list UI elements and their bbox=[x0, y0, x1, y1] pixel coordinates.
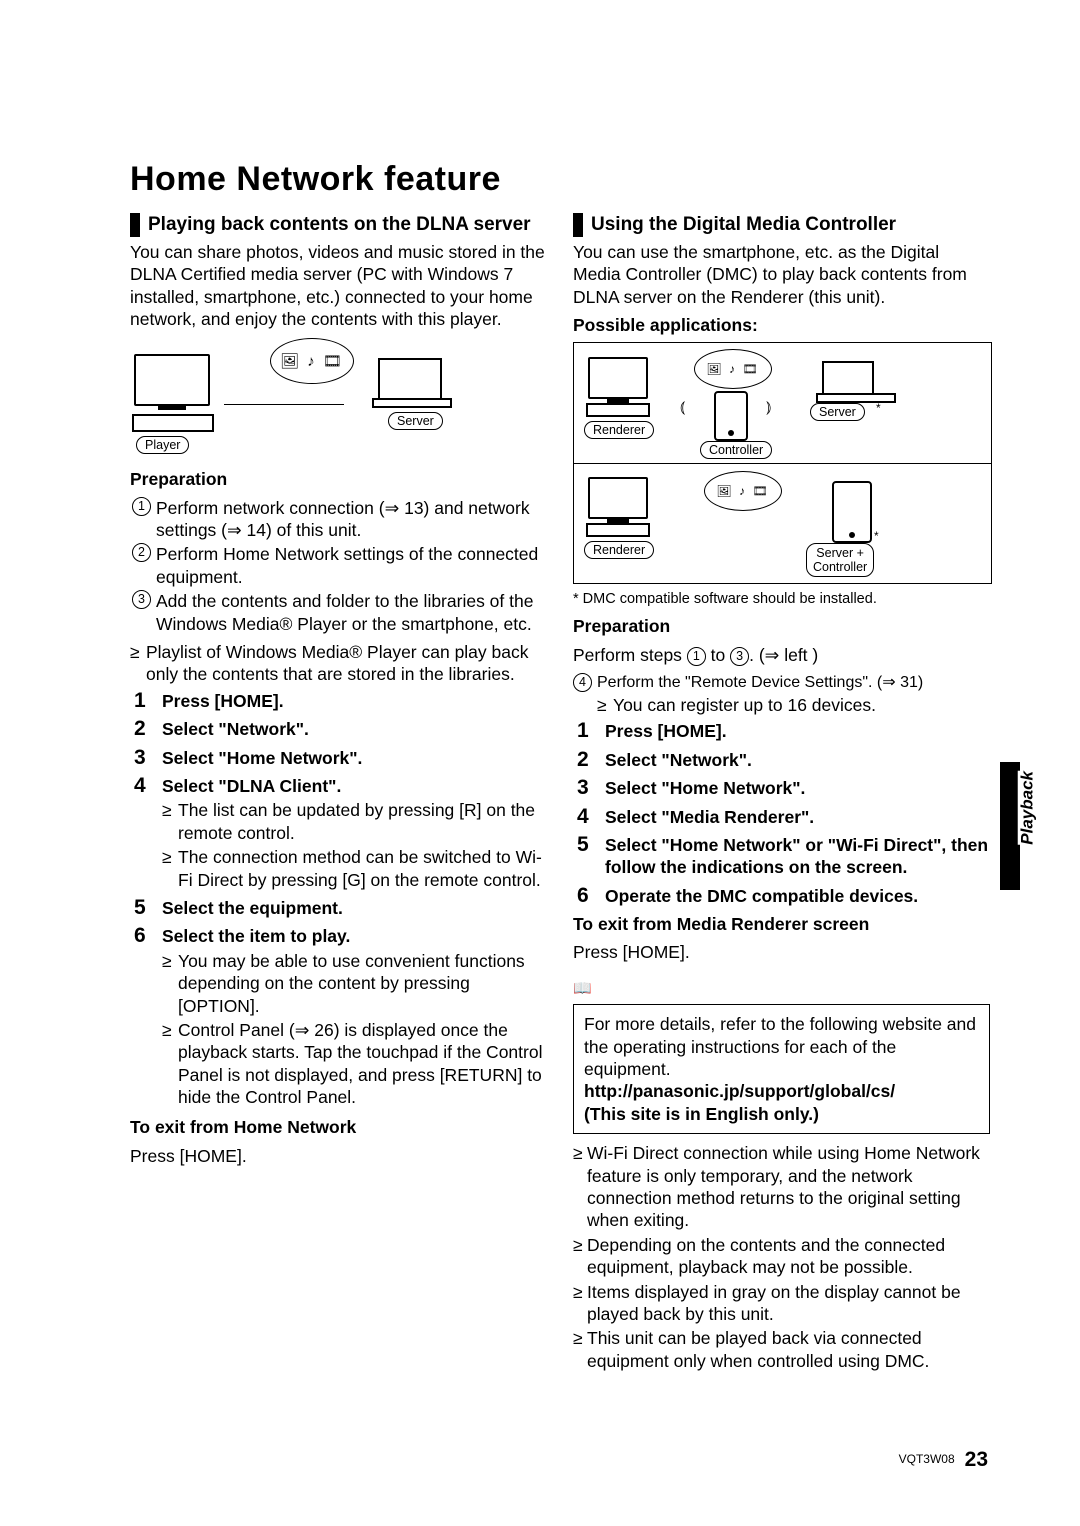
player-icon bbox=[132, 414, 214, 432]
footnote-item: Items displayed in gray on the display c… bbox=[573, 1281, 990, 1326]
cable-line-icon bbox=[224, 404, 344, 405]
page-content: Home Network feature Playing back conten… bbox=[0, 0, 1080, 1374]
divider-line bbox=[574, 463, 991, 464]
prep-item: Perform Home Network settings of the con… bbox=[132, 543, 547, 588]
tv-icon bbox=[588, 357, 648, 399]
left-section-title: Playing back contents on the DLNA server bbox=[148, 213, 531, 237]
laptop-icon bbox=[378, 358, 442, 402]
step-item: Select "DLNA Client". The list can be up… bbox=[134, 775, 547, 891]
right-steps: Press [HOME]. Select "Network". Select "… bbox=[573, 720, 990, 907]
right-prep-intro: Perform steps 1 to 3. (⇒ left ) bbox=[573, 644, 990, 666]
step-item: Press [HOME]. bbox=[134, 690, 547, 712]
laptop-icon bbox=[822, 361, 874, 397]
prep-heading: Preparation bbox=[130, 468, 547, 490]
section-bar-icon bbox=[130, 213, 140, 237]
left-section-head: Playing back contents on the DLNA server bbox=[130, 213, 547, 237]
book-icon: 📖 bbox=[573, 980, 592, 997]
step-item: Select "Media Renderer". bbox=[577, 806, 990, 828]
server-controller-label: Server +Controller bbox=[806, 543, 874, 577]
footnote-item: This unit can be played back via connect… bbox=[573, 1327, 990, 1372]
server-label: Server bbox=[388, 412, 443, 430]
section-bar-icon bbox=[573, 213, 583, 237]
left-diagram: Player 🖼 ♪ 🎞 Server bbox=[130, 336, 547, 462]
left-exit-text: Press [HOME]. bbox=[130, 1145, 547, 1167]
notebox-disclaimer: (This site is in English only.) bbox=[584, 1104, 819, 1124]
bullet-item: Control Panel (⇒ 26) is displayed once t… bbox=[162, 1019, 547, 1109]
doc-code: VQT3W08 bbox=[899, 1452, 955, 1466]
media-icons: 🖼 ♪ 🎞 bbox=[704, 471, 782, 511]
left-exit-heading: To exit from Home Network bbox=[130, 1116, 547, 1138]
right-exit-heading: To exit from Media Renderer screen bbox=[573, 913, 990, 935]
prep-step-4: 4 Perform the "Remote Device Settings". … bbox=[573, 672, 990, 716]
left-column: Playing back contents on the DLNA server… bbox=[130, 213, 547, 1374]
diagram-footnote: * DMC compatible software should be inst… bbox=[573, 590, 990, 609]
player-label: Player bbox=[136, 436, 189, 454]
step-item: Select "Home Network" or "Wi-Fi Direct",… bbox=[577, 834, 990, 879]
phone-icon bbox=[832, 481, 872, 543]
wifi-icon: ⦅ bbox=[680, 399, 685, 417]
footnotes: Wi-Fi Direct connection while using Home… bbox=[573, 1142, 990, 1372]
step-item: Operate the DMC compatible devices. bbox=[577, 885, 990, 907]
prep-note-list: Playlist of Windows Media® Player can pl… bbox=[130, 641, 547, 686]
right-prep-heading: Preparation bbox=[573, 615, 990, 637]
right-section-title: Using the Digital Media Controller bbox=[591, 213, 896, 237]
left-steps: Press [HOME]. Select "Network". Select "… bbox=[130, 690, 547, 1109]
step-item: Select "Home Network". bbox=[577, 777, 990, 799]
renderer-label: Renderer bbox=[584, 541, 654, 559]
step-item: Select "Network". bbox=[577, 749, 990, 771]
media-icons: 🖼 ♪ 🎞 bbox=[270, 338, 354, 384]
bullet-item: You may be able to use convenient functi… bbox=[162, 950, 547, 1017]
asterisk: * bbox=[876, 401, 881, 415]
server-label: Server bbox=[810, 403, 865, 421]
tv-icon bbox=[134, 354, 210, 406]
apps-heading: Possible applications: bbox=[573, 314, 990, 336]
bullet-item: The connection method can be switched to… bbox=[162, 846, 547, 891]
step6-bullets: You may be able to use convenient functi… bbox=[162, 950, 547, 1109]
page-title: Home Network feature bbox=[130, 160, 990, 199]
renderer-label: Renderer bbox=[584, 421, 654, 439]
bullet-item: You can register up to 16 devices. bbox=[597, 694, 990, 716]
prep-note: Playlist of Windows Media® Player can pl… bbox=[130, 641, 547, 686]
media-icons: 🖼 ♪ 🎞 bbox=[694, 349, 772, 389]
wifi-icon: ⦆ bbox=[766, 399, 771, 417]
bullet-item: The list can be updated by pressing [R] … bbox=[162, 799, 547, 844]
tv-icon bbox=[588, 477, 648, 519]
player-icon bbox=[586, 523, 650, 537]
prep-item: Add the contents and folder to the libra… bbox=[132, 590, 547, 635]
right-intro: You can use the smartphone, etc. as the … bbox=[573, 241, 990, 308]
step-item: Select "Network". bbox=[134, 718, 547, 740]
notebox-url: http://panasonic.jp/support/global/cs/ bbox=[584, 1081, 895, 1101]
step-item: Press [HOME]. bbox=[577, 720, 990, 742]
step-item: Select the equipment. bbox=[134, 897, 547, 919]
prep-item: Perform network connection (⇒ 13) and ne… bbox=[132, 497, 547, 542]
page-footer: VQT3W08 23 bbox=[899, 1448, 988, 1472]
note-icon-row: 📖 bbox=[573, 976, 990, 998]
footnote-item: Depending on the contents and the connec… bbox=[573, 1234, 990, 1279]
notebox-text: For more details, refer to the following… bbox=[584, 1014, 976, 1079]
footnote-item: Wi-Fi Direct connection while using Home… bbox=[573, 1142, 990, 1232]
controller-label: Controller bbox=[700, 441, 772, 459]
right-diagram: Renderer 🖼 ♪ 🎞 ⦅ ⦆ Controller Server * R… bbox=[573, 342, 992, 584]
step-item: Select "Home Network". bbox=[134, 747, 547, 769]
step4-bullets: The list can be updated by pressing [R] … bbox=[162, 799, 547, 891]
asterisk: * bbox=[874, 529, 879, 543]
player-icon bbox=[586, 403, 650, 417]
page-number: 23 bbox=[965, 1448, 988, 1471]
right-section-head: Using the Digital Media Controller bbox=[573, 213, 990, 237]
right-column: Using the Digital Media Controller You c… bbox=[573, 213, 990, 1374]
right-exit-text: Press [HOME]. bbox=[573, 941, 990, 963]
left-intro: You can share photos, videos and music s… bbox=[130, 241, 547, 331]
phone-icon bbox=[714, 391, 748, 441]
info-notebox: For more details, refer to the following… bbox=[573, 1004, 990, 1134]
left-prep-list: Perform network connection (⇒ 13) and ne… bbox=[130, 497, 547, 635]
step-item: Select the item to play. You may be able… bbox=[134, 925, 547, 1108]
